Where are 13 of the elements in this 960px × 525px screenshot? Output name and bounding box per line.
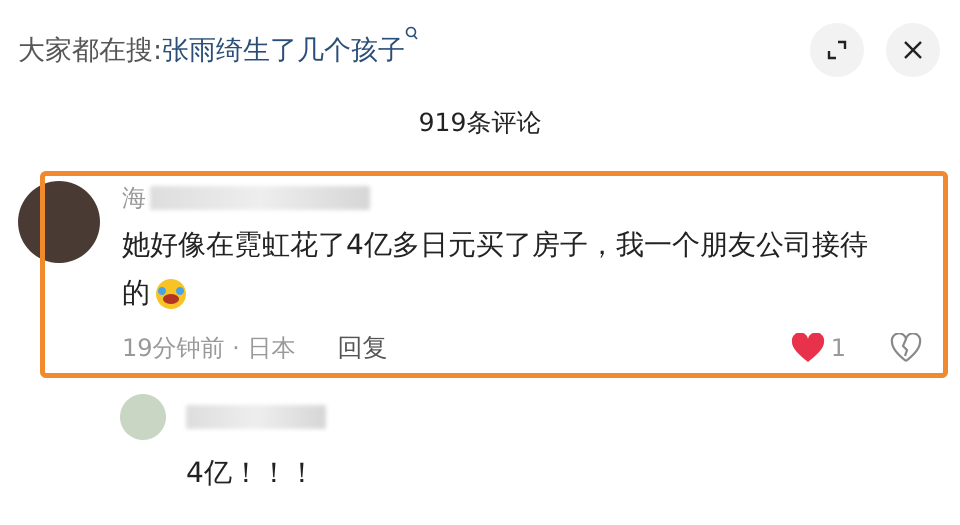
trending-label: 大家都在搜: <box>18 34 162 68</box>
comment-time: 19分钟前 · 日本 <box>122 332 296 364</box>
trending-search-link[interactable]: 张雨绮生了几个孩子 <box>162 32 406 68</box>
reply-text: 4亿！！！ <box>186 455 317 491</box>
comment-count: 919条评论 <box>418 107 542 139</box>
expand-icon <box>826 39 848 61</box>
close-icon <box>902 39 924 61</box>
broken-heart-icon[interactable] <box>890 332 922 362</box>
heart-icon[interactable] <box>790 332 825 362</box>
search-icon <box>405 26 420 42</box>
comment-text: 她好像在霓虹花了4亿多日元买了房子，我一个朋友公司接待的 <box>122 221 892 317</box>
like-count: 1 <box>830 334 846 362</box>
reply-button[interactable]: 回复 <box>337 331 388 364</box>
